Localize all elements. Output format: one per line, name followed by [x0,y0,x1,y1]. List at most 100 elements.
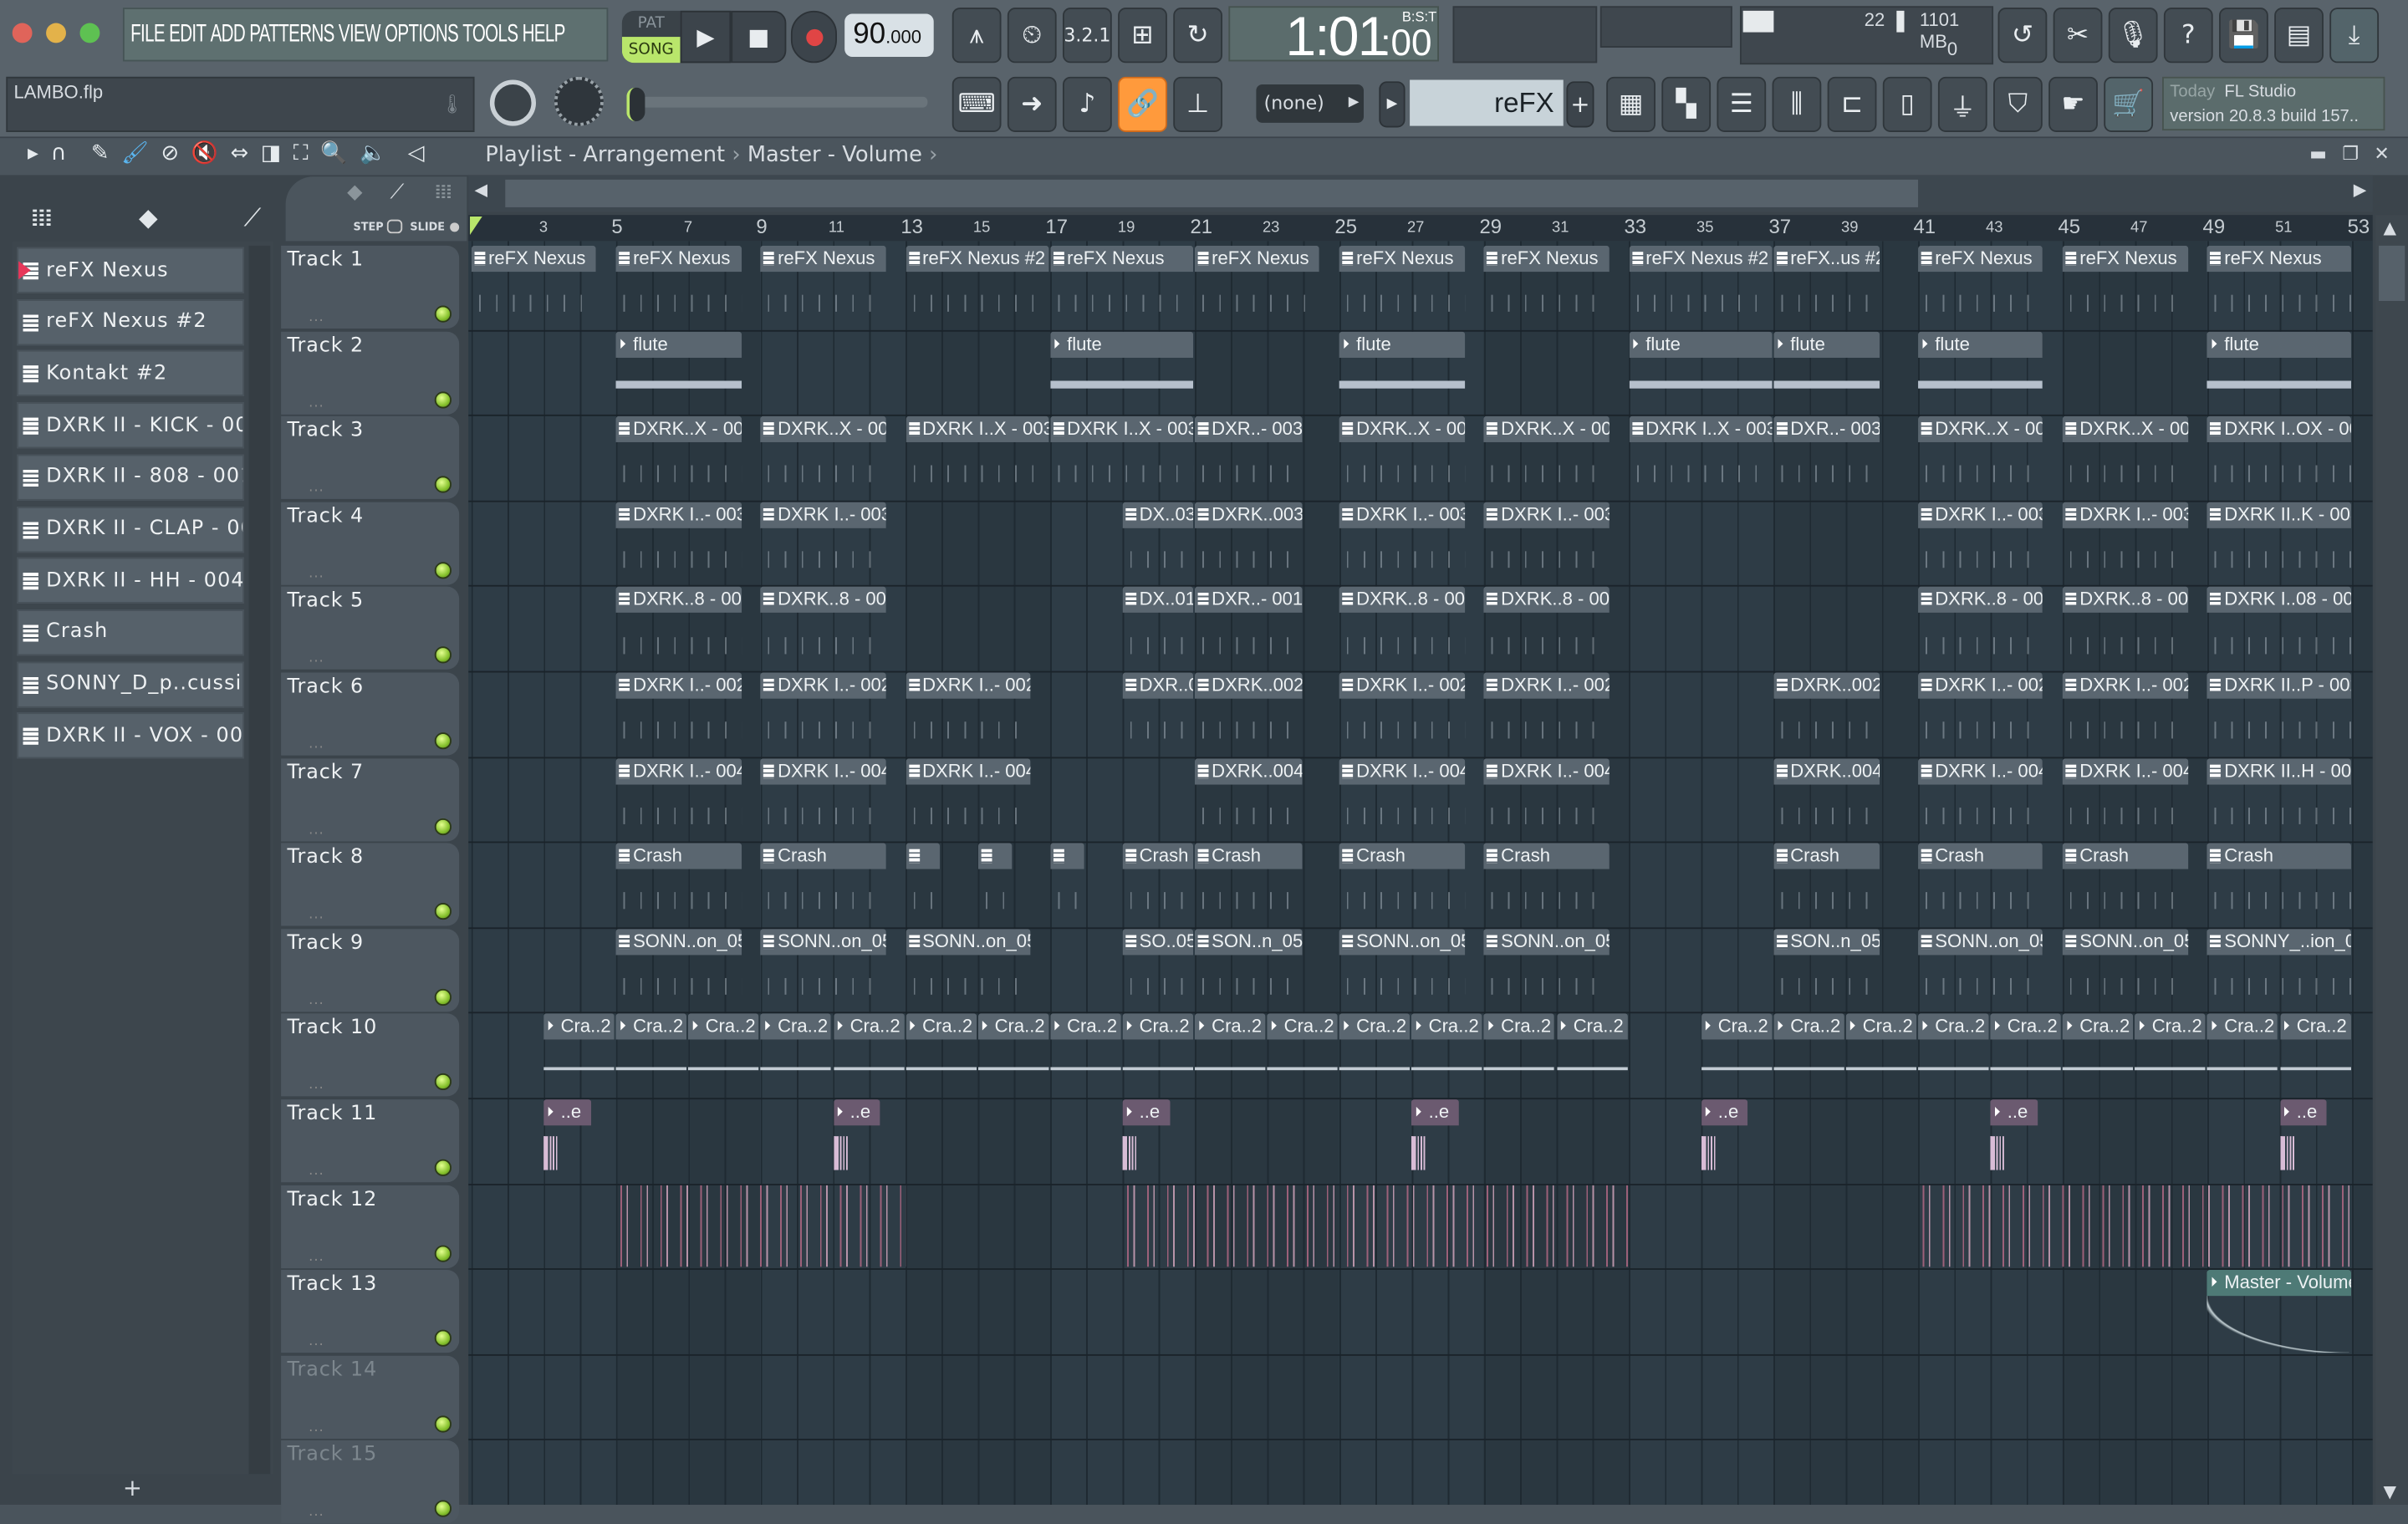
playlist-clip[interactable]: SONN..on_05 [905,928,1031,1012]
channel-rack-button[interactable]: ☰ [1717,76,1767,132]
playlist-clip[interactable]: reFX Nexus [1918,245,2043,329]
add-pattern-button[interactable]: + [1566,81,1594,128]
track-header[interactable]: Track 3... [281,416,460,500]
track-more-icon[interactable]: ... [309,1164,324,1179]
playlist-clip[interactable]: DXRK I..- 002 [905,672,1031,755]
playlist-clip[interactable]: DXRK..X - 003 [1483,416,1610,499]
playlist-clip[interactable]: Cra..2 [2063,1013,2134,1097]
channel-pattern-item[interactable]: SONNY_D_p..cussion_05 [17,660,245,707]
playlist-clip[interactable]: Cra..2 [1701,1013,1773,1097]
track-more-icon[interactable]: ... [309,566,324,581]
horizontal-scroll-thumb[interactable] [505,179,1919,207]
breadcrumb-target[interactable]: Master - Volume [747,143,922,167]
playlist-clip[interactable]: DXRK I..- 003 [2063,502,2188,584]
piano-filter-icon[interactable]: 𝍖 [435,181,452,205]
playlist-clip[interactable]: DXRK..X - 003 [1918,416,2043,499]
playlist-clip[interactable]: reFX Nexus [1483,245,1610,329]
plugin-database-button[interactable]: ⏚ [1937,76,1987,132]
channel-pattern-item[interactable]: Crash [17,609,245,656]
master-pitch-knob[interactable] [554,76,604,126]
playlist-clip[interactable]: DXRK I..- 004 [2063,757,2188,841]
track-more-icon[interactable]: ... [309,1078,324,1093]
playlist-clip[interactable]: reFX Nexus #2 [905,245,1049,329]
playlist-clip[interactable]: Crash [2063,843,2188,926]
midi-button[interactable]: ⊥ [1173,76,1223,132]
track-more-icon[interactable]: ... [309,1506,324,1521]
playlist-clip[interactable]: DX..03 [1122,502,1194,584]
pat-mode[interactable]: PAT [622,11,681,37]
playlist-clip[interactable]: ..e [1701,1099,1749,1182]
track-header[interactable]: Track 10... [281,1013,460,1098]
playlist-clip[interactable]: flute [1773,330,1880,414]
playlist-clip[interactable]: Cra..2 [543,1013,615,1097]
playlist-clip[interactable]: DXRK I..08 - 001 [2207,587,2351,670]
pattern-selector[interactable]: reFX Nexus [1410,79,1564,165]
playlist-clip[interactable]: SONN..on_05 [1483,928,1610,1012]
select-tool-icon[interactable]: ⛶ [293,141,309,166]
track-header[interactable]: Track 8... [281,843,460,926]
playlist-clip[interactable]: Crash [1773,843,1880,926]
menu-file[interactable]: FILE [130,21,166,48]
slip-tool-icon[interactable]: ⇔ [230,141,248,166]
playlist-clip[interactable]: reFX Nexus [2207,245,2351,329]
playlist-clip[interactable]: flute [615,330,742,414]
playlist-clip[interactable]: Cra..2 [1556,1013,1628,1097]
track-more-icon[interactable]: ... [309,993,324,1008]
playlist-clip[interactable]: Cra..2 [760,1013,832,1097]
step-toggle[interactable] [386,219,403,234]
playlist-clip[interactable]: DXRK..X - 003 [615,416,742,499]
slice-tool-icon[interactable]: ◨ [261,141,281,166]
track-mute-led[interactable] [434,1415,452,1433]
vertical-scroll-thumb[interactable] [2379,245,2405,301]
play-button[interactable]: ▶ [680,10,732,64]
stop-button[interactable]: ■ [731,10,787,64]
track-header[interactable]: Track 7... [281,757,460,841]
playlist-clip[interactable]: Cra..2 [905,1013,977,1097]
playlist-clip[interactable]: DXRK I..- 002 [615,672,742,755]
playlist-clip[interactable]: DXR..- 001 [1194,587,1302,670]
playlist-clip[interactable]: flute [2207,330,2351,414]
playlist-clip[interactable]: DXRK I..- 003 [615,502,742,584]
playlist-clip[interactable]: flute [1918,330,2043,414]
vertical-scrollbar[interactable]: ▲ ▼ [2375,215,2408,1505]
scroll-down-icon[interactable]: ▼ [2384,1481,2397,1501]
playlist-clip[interactable]: DXRK I..- 004 [760,757,886,841]
playlist-clip[interactable]: DXRK I..- 002 [760,672,886,755]
track-header[interactable]: Track 14... [281,1355,460,1439]
download-button[interactable]: ⤓ [2329,8,2380,64]
step-button[interactable]: ➜ [1007,76,1057,132]
menu-help[interactable]: HELP [523,21,566,48]
track-more-icon[interactable]: ... [309,908,324,923]
playlist-clip[interactable] [905,843,941,926]
playlist-clip[interactable]: Cra..2 [1411,1013,1483,1097]
playlist-clip[interactable]: DXRK..004 [1194,757,1302,841]
playlist-clip[interactable]: reFX Nexus [471,245,597,329]
playlist-clip[interactable]: Cra..2 [1122,1013,1194,1097]
playlist-clip[interactable]: DXRK..X - 003 [2063,416,2188,499]
playlist-clip[interactable]: DXRK I..- 003 [1339,502,1465,584]
playlist-clip[interactable]: DXRK II..P - 002 [2207,672,2351,755]
playlist-clip[interactable]: Cra..2 [1267,1013,1339,1097]
slide-toggle[interactable] [450,222,460,232]
close-icon[interactable]: ✕ [2374,143,2389,165]
menu-add[interactable]: ADD [211,21,246,48]
playlist-clip[interactable]: DXR..02 [1122,672,1194,755]
playlist-clip[interactable]: flute [1339,330,1465,414]
news-panel[interactable]: Today FL Studio version 20.8.3 build 157… [2162,76,2385,131]
playlist-clip[interactable]: flute [1049,330,1194,414]
menu-edit[interactable]: EDIT [169,21,207,48]
playlist-clip[interactable]: DXRK I..- 003 [1918,502,2043,584]
playlist-clip[interactable]: Crash [1194,843,1302,926]
playlist-clip[interactable]: Cra..2 [1339,1013,1411,1097]
playlist-clip[interactable]: DXRK I..- 004 [615,757,742,841]
pencil-tool-icon[interactable]: ✎ [91,141,110,166]
playlist-clip[interactable]: DXRK..X - 003 [1339,416,1465,499]
playlist-clip[interactable]: reFX Nexus [1049,245,1194,329]
audio-hits-region[interactable] [1122,1185,1629,1267]
playhead-marker[interactable] [470,216,482,236]
playlist-clip[interactable]: reFX..us #2 [1773,245,1880,329]
master-volume-knob[interactable] [489,79,537,126]
automation-filter-icon[interactable]: ⟋ [390,181,405,205]
record-audio-button[interactable]: 🎙 [2108,8,2158,64]
track-mute-led[interactable] [434,988,452,1006]
